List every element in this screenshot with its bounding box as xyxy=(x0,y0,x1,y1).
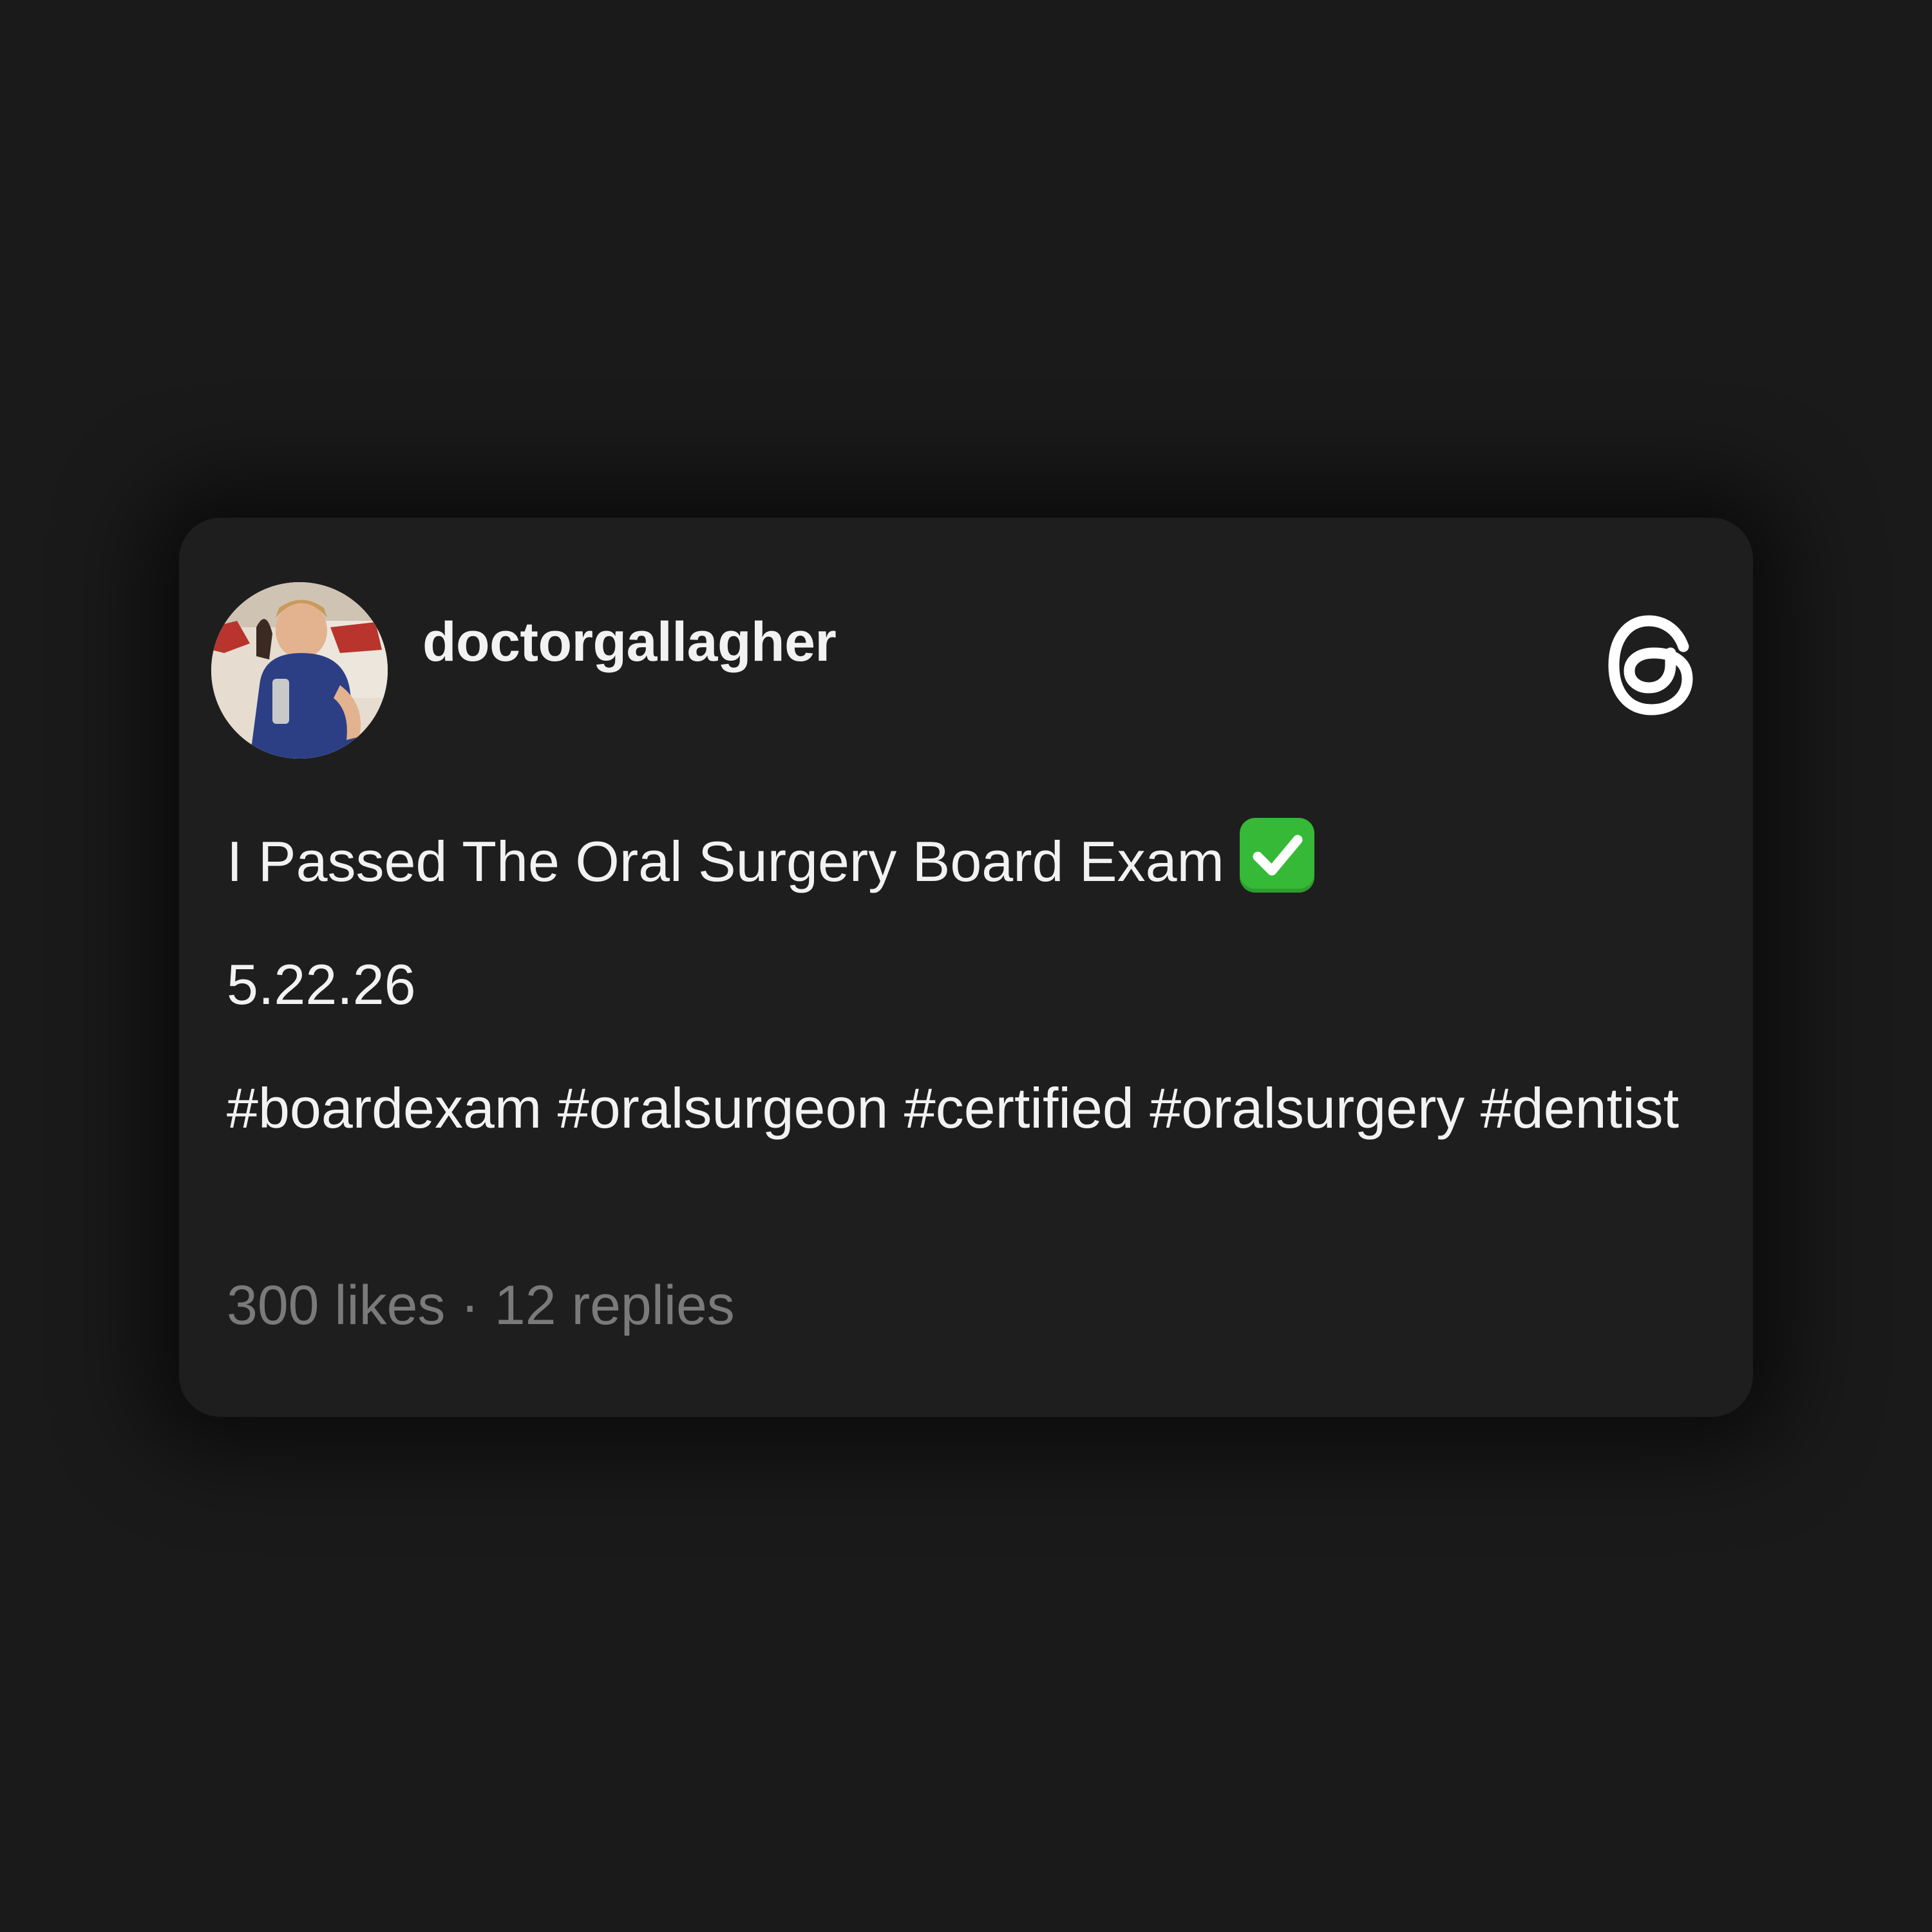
post-date: 5.22.26 xyxy=(227,952,416,1016)
avatar-photo xyxy=(211,582,388,759)
stats-separator: · xyxy=(460,1274,479,1336)
post-card[interactable]: doctorgallagher I Passed The Oral Surger… xyxy=(179,518,1753,1417)
post-hashtags[interactable]: #boardexam #oralsurgeon #certified #oral… xyxy=(227,1066,1682,1150)
replies-count[interactable]: 12 replies xyxy=(495,1274,735,1336)
threads-logo-icon[interactable] xyxy=(1607,614,1696,716)
post-stats: 300 likes · 12 replies xyxy=(227,1273,735,1339)
post-title: I Passed The Oral Surgery Board Exam xyxy=(227,818,1682,904)
likes-count[interactable]: 300 likes xyxy=(227,1274,445,1336)
post-title-text: I Passed The Oral Surgery Board Exam xyxy=(227,829,1224,893)
check-mark-button-emoji xyxy=(1239,818,1314,893)
username[interactable]: doctorgallagher xyxy=(422,614,837,670)
avatar[interactable] xyxy=(211,582,388,759)
